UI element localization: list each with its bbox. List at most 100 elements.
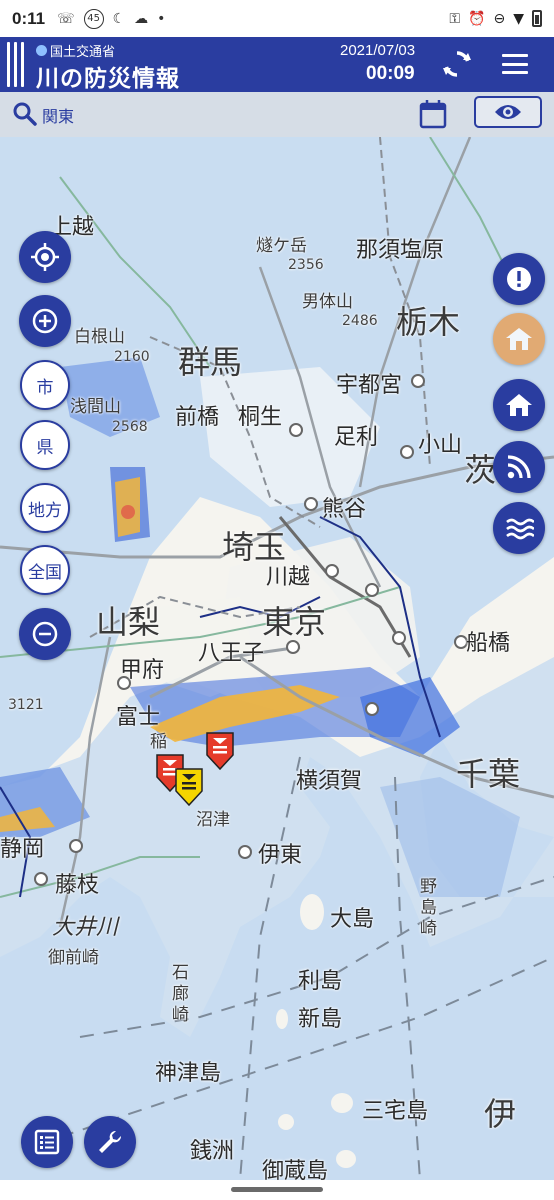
zoom-out-button[interactable] <box>19 608 71 660</box>
app-title: 川の防災情報 <box>36 66 180 92</box>
wrench-icon <box>99 1130 122 1153</box>
dot-icon: • <box>157 10 166 27</box>
map-label-kumagaya: 熊谷 <box>322 497 367 522</box>
do-not-disturb-icon: ⊖ <box>493 10 506 27</box>
shelter-icon <box>506 328 532 350</box>
map-label-zenisu: 銭洲 <box>190 1139 235 1164</box>
map-label-shiraneyama: 白根山 <box>74 327 125 347</box>
status-bar: 0:11 ☏ 45 ☾ ☁ • ⚿ ⏰ ⊖ ▼ <box>0 0 554 37</box>
map-label-nojimazaki: 野島崎 <box>420 877 437 939</box>
locate-button[interactable] <box>19 231 71 283</box>
header-time: 00:09 <box>366 63 415 84</box>
map-label-omaezaki: 御前崎 <box>48 948 99 968</box>
map-label-ashikaga: 足利 <box>334 425 379 450</box>
map-label-izu: 伊 <box>484 1095 517 1133</box>
map-label-toshima: 利島 <box>298 969 343 994</box>
menu-icon[interactable] <box>502 54 528 74</box>
map-label-tokyo: 東京 <box>262 603 327 641</box>
home-gesture-handle[interactable] <box>231 1187 323 1192</box>
alarm-icon: ⏰ <box>468 10 486 27</box>
map-label-ito: 伊東 <box>258 843 303 868</box>
eye-icon <box>495 105 521 119</box>
list-button[interactable] <box>21 1116 73 1168</box>
cloud-icon: ☁ <box>134 10 149 27</box>
prefecture-scale-button[interactable]: 県 <box>20 420 70 470</box>
map-label-kawagoe: 川越 <box>266 565 311 590</box>
map-label-maebashi: 前橋 <box>175 405 220 430</box>
search-bar: 関東 <box>0 92 554 137</box>
app-header: 国土交通省 川の防災情報 2021/07/03 00:09 <box>0 37 554 92</box>
map-label-yamanashi: 山梨 <box>96 603 161 641</box>
shelter-button[interactable] <box>493 313 545 365</box>
moon-icon: ☾ <box>112 10 126 27</box>
map-label-nantaisan: 男体山 <box>302 292 353 312</box>
map-view[interactable]: 上越 那須塩原 栃木 群馬 宇都宮 前橋 桐生 足利 小山 茨 熊谷 埼玉 川越… <box>0 137 554 1180</box>
app-logo-icon <box>7 42 24 87</box>
battery-icon <box>532 10 542 27</box>
water-icon <box>506 518 534 540</box>
system-nav-bar <box>0 1180 554 1200</box>
list-icon <box>34 1129 60 1155</box>
settings-button[interactable] <box>84 1116 136 1168</box>
map-label-gunma: 群馬 <box>178 343 243 381</box>
map-label-yokosuka: 横須賀 <box>296 769 363 794</box>
water-level-button[interactable] <box>493 502 545 554</box>
locate-icon <box>31 243 59 271</box>
map-label-hiuchigatake: 燧ケ岳 <box>256 236 307 256</box>
map-label-irozaki: 石廊崎 <box>172 963 189 1025</box>
zoom-in-button[interactable] <box>19 295 71 347</box>
refresh-icon[interactable] <box>440 47 474 81</box>
map-label-hachioji: 八王子 <box>198 641 265 666</box>
speed-badge-icon: 45 <box>83 8 104 29</box>
home-icon <box>506 394 532 416</box>
flood-warning-marker[interactable] <box>205 731 235 771</box>
map-label-oyama: 小山 <box>418 433 463 458</box>
map-label-oshima: 大島 <box>330 907 375 932</box>
alert-button[interactable] <box>493 253 545 305</box>
city-scale-button[interactable]: 市 <box>20 360 70 410</box>
region-scale-button[interactable]: 地方 <box>20 483 70 533</box>
plus-icon <box>32 308 58 334</box>
ministry-text: 国土交通省 <box>50 45 116 60</box>
map-label-shizuoka: 静岡 <box>0 837 45 862</box>
rss-icon <box>507 455 531 479</box>
map-label-kofu: 甲府 <box>120 658 165 683</box>
wifi-calling-icon: ☏ <box>57 10 75 27</box>
map-label-ina: 稲 <box>150 732 167 752</box>
status-time: 0:11 <box>12 8 46 28</box>
region-selector[interactable]: 関東 <box>42 103 74 127</box>
vpn-key-icon: ⚿ <box>449 10 461 27</box>
screen: 0:11 ☏ 45 ☾ ☁ • ⚿ ⏰ ⊖ ▼ 国土交通省 川の防災情報 202… <box>0 0 554 1200</box>
map-label-elev-2486: 2486 <box>342 313 378 329</box>
map-label-utsunomiya: 宇都宮 <box>336 373 403 398</box>
map-label-asamayama: 浅間山 <box>70 397 121 417</box>
flood-caution-marker[interactable] <box>174 767 204 807</box>
map-label-elev-2356: 2356 <box>288 257 324 273</box>
wifi-icon: ▼ <box>513 10 524 27</box>
search-icon[interactable] <box>12 101 38 127</box>
map-base <box>0 137 554 1180</box>
map-label-elev-2568: 2568 <box>112 419 148 435</box>
map-label-mikurajima: 御蔵島 <box>262 1159 329 1180</box>
map-label-fujieda: 藤枝 <box>55 873 100 898</box>
nation-scale-button[interactable]: 全国 <box>20 545 70 595</box>
calendar-icon[interactable] <box>418 98 448 130</box>
map-label-elev-3121: 3121 <box>8 697 44 713</box>
map-label-oigawa: 大井川 <box>52 915 119 940</box>
map-label-funabashi: 船橋 <box>466 631 511 656</box>
rss-button[interactable] <box>493 441 545 493</box>
layer-visibility-button[interactable] <box>474 96 542 128</box>
map-label-niijima: 新島 <box>298 1007 343 1032</box>
map-label-ibaraki: 茨 <box>464 451 497 489</box>
home-button[interactable] <box>493 379 545 431</box>
minus-icon <box>32 621 58 647</box>
map-label-nasushiobara: 那須塩原 <box>356 238 445 263</box>
map-label-kozushima: 神津島 <box>155 1061 222 1086</box>
alert-icon <box>507 267 531 291</box>
map-label-elev-2160: 2160 <box>114 349 150 365</box>
map-label-chiba: 千葉 <box>456 755 521 793</box>
map-label-numazu: 沼津 <box>196 810 230 830</box>
map-label-tochigi: 栃木 <box>396 303 461 341</box>
ministry-logo-icon <box>36 45 47 56</box>
ministry-label: 国土交通省 <box>36 41 115 60</box>
